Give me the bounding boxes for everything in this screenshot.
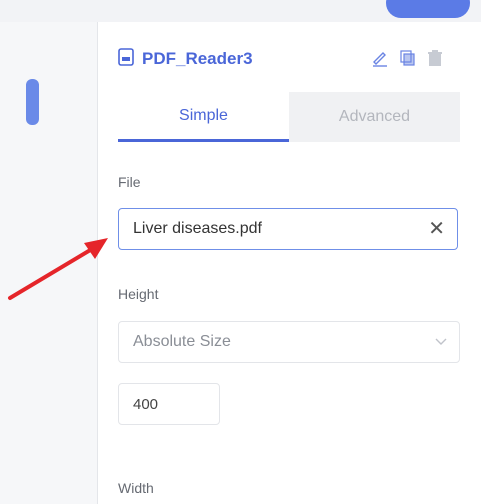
annotation-arrow-icon <box>8 238 108 300</box>
